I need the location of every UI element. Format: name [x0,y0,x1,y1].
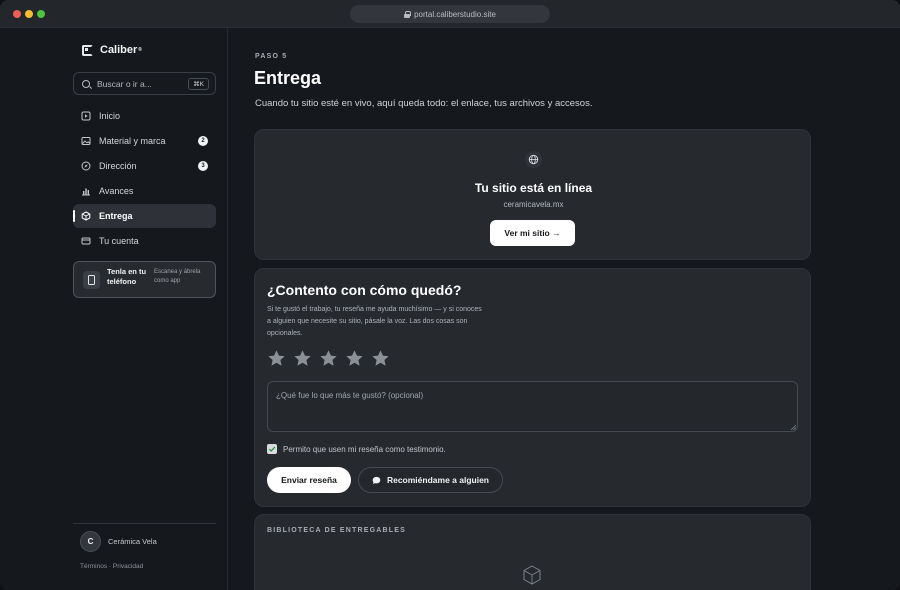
package-icon [81,211,91,221]
recommend-button[interactable]: Recomiéndame a alguien [358,467,503,493]
brand-logo[interactable]: Caliber ® [82,44,142,56]
page-subtitle: Cuando tu sitio esté en vivo, aquí queda… [255,98,593,109]
card-icon [81,236,91,246]
caliber-logo-icon [82,44,93,56]
lock-icon [404,10,412,18]
consent-label: Permito que usen mi reseña como testimon… [283,444,446,454]
sidebar-item-label: Entrega [99,211,133,221]
review-textarea[interactable] [267,381,798,432]
review-card: ¿Contento con cómo quedó? Si te gustó el… [254,268,811,507]
sidebar-item-inicio[interactable]: Inicio [73,104,216,128]
review-title: ¿Contento con cómo quedó? [267,282,462,298]
phone-icon [83,271,100,289]
sidebar-item-label: Material y marca [99,136,166,146]
star-rating [267,349,397,368]
install-app-title: Tenla en tu teléfono [107,267,147,286]
sidebar-item-label: Inicio [99,111,121,121]
site-live-card: Tu sitio está en línea ceramicavela.mx V… [254,129,811,260]
main-content: PASO 5 Entrega Cuando tu sitio esté en v… [229,28,900,590]
star-icon-5[interactable] [371,349,390,368]
testimonial-consent[interactable]: Permito que usen mi reseña como testimon… [267,444,446,454]
deliverables-library-card: BIBLIOTECA DE ENTREGABLES [254,514,811,590]
globe-icon [525,151,542,168]
sidebar-item-tu-cuenta[interactable]: Tu cuenta [73,229,216,253]
sidebar-item-label: Avances [99,186,134,196]
count-badge: 2 [198,136,208,146]
chat-bubble-icon [372,476,381,484]
star-icon-4[interactable] [345,349,364,368]
sidebar-item-material-y-marca[interactable]: Material y marca 2 [73,129,216,153]
title-bar: portal.caliberstudio.site [0,0,900,28]
star-icon-1[interactable] [267,349,286,368]
step-label: PASO 5 [255,53,288,60]
consent-checkbox[interactable] [267,444,277,454]
compass-icon [81,161,91,171]
close-window-button[interactable] [13,10,21,18]
registered-mark: ® [138,47,142,53]
sidebar-divider [73,523,216,524]
install-app-card[interactable]: Tenla en tu teléfono Escanea y ábrela co… [73,261,216,298]
play-square-icon [81,111,91,121]
url-text: portal.caliberstudio.site [414,9,496,19]
search-shortcut: ⌘K [188,78,209,90]
search-input[interactable] [97,78,187,89]
search-box[interactable]: ⌘K [73,72,216,95]
sidebar: Caliber® ⌘K Inicio Material y marca 2 [0,28,228,590]
recommend-label: Recomiéndame a alguien [386,475,490,485]
checkmark-icon [268,446,276,452]
browser-window: portal.caliberstudio.site Caliber® ⌘K In… [0,0,900,590]
link-separator: · [108,563,112,570]
address-bar[interactable]: portal.caliberstudio.site [350,5,550,23]
footer-links: Términos · Privacidad [80,563,143,570]
box-icon [523,565,541,585]
star-icon-3[interactable] [319,349,338,368]
library-title: BIBLIOTECA DE ENTREGABLES [267,527,407,534]
install-app-subtitle: Escanea y ábrela como app [154,269,201,284]
resize-handle-icon[interactable] [790,424,796,430]
image-icon [81,136,91,146]
avatar[interactable]: C [80,531,101,552]
privacy-link[interactable]: Privacidad [113,563,143,570]
page-title: Entrega [254,68,322,88]
send-review-button[interactable]: Enviar reseña [267,467,351,493]
minimize-window-button[interactable] [25,10,33,18]
sidebar-item-direccion[interactable]: Dirección 3 [73,154,216,178]
user-name: Cerámica Vela [108,537,157,546]
sidebar-item-label: Tu cuenta [99,236,139,246]
brand-name: Caliber [100,44,138,56]
maximize-window-button[interactable] [37,10,45,18]
site-live-title: Tu sitio está en línea [474,181,593,195]
terms-link[interactable]: Términos [80,563,107,570]
bar-chart-icon [81,186,91,196]
sidebar-nav: Inicio Material y marca 2 Dirección 3 Av… [73,104,216,254]
sidebar-item-avances[interactable]: Avances [73,179,216,203]
review-description: Si te gustó el trabajo, tu reseña me ayu… [267,306,482,337]
star-icon-2[interactable] [293,349,312,368]
sidebar-item-label: Dirección [99,161,137,171]
sidebar-item-entrega[interactable]: Entrega [73,204,216,228]
search-icon [82,79,90,88]
site-domain: ceramicavela.mx [503,200,564,209]
count-badge: 3 [198,161,208,171]
view-site-button[interactable]: Ver mi sitio → [490,220,575,246]
